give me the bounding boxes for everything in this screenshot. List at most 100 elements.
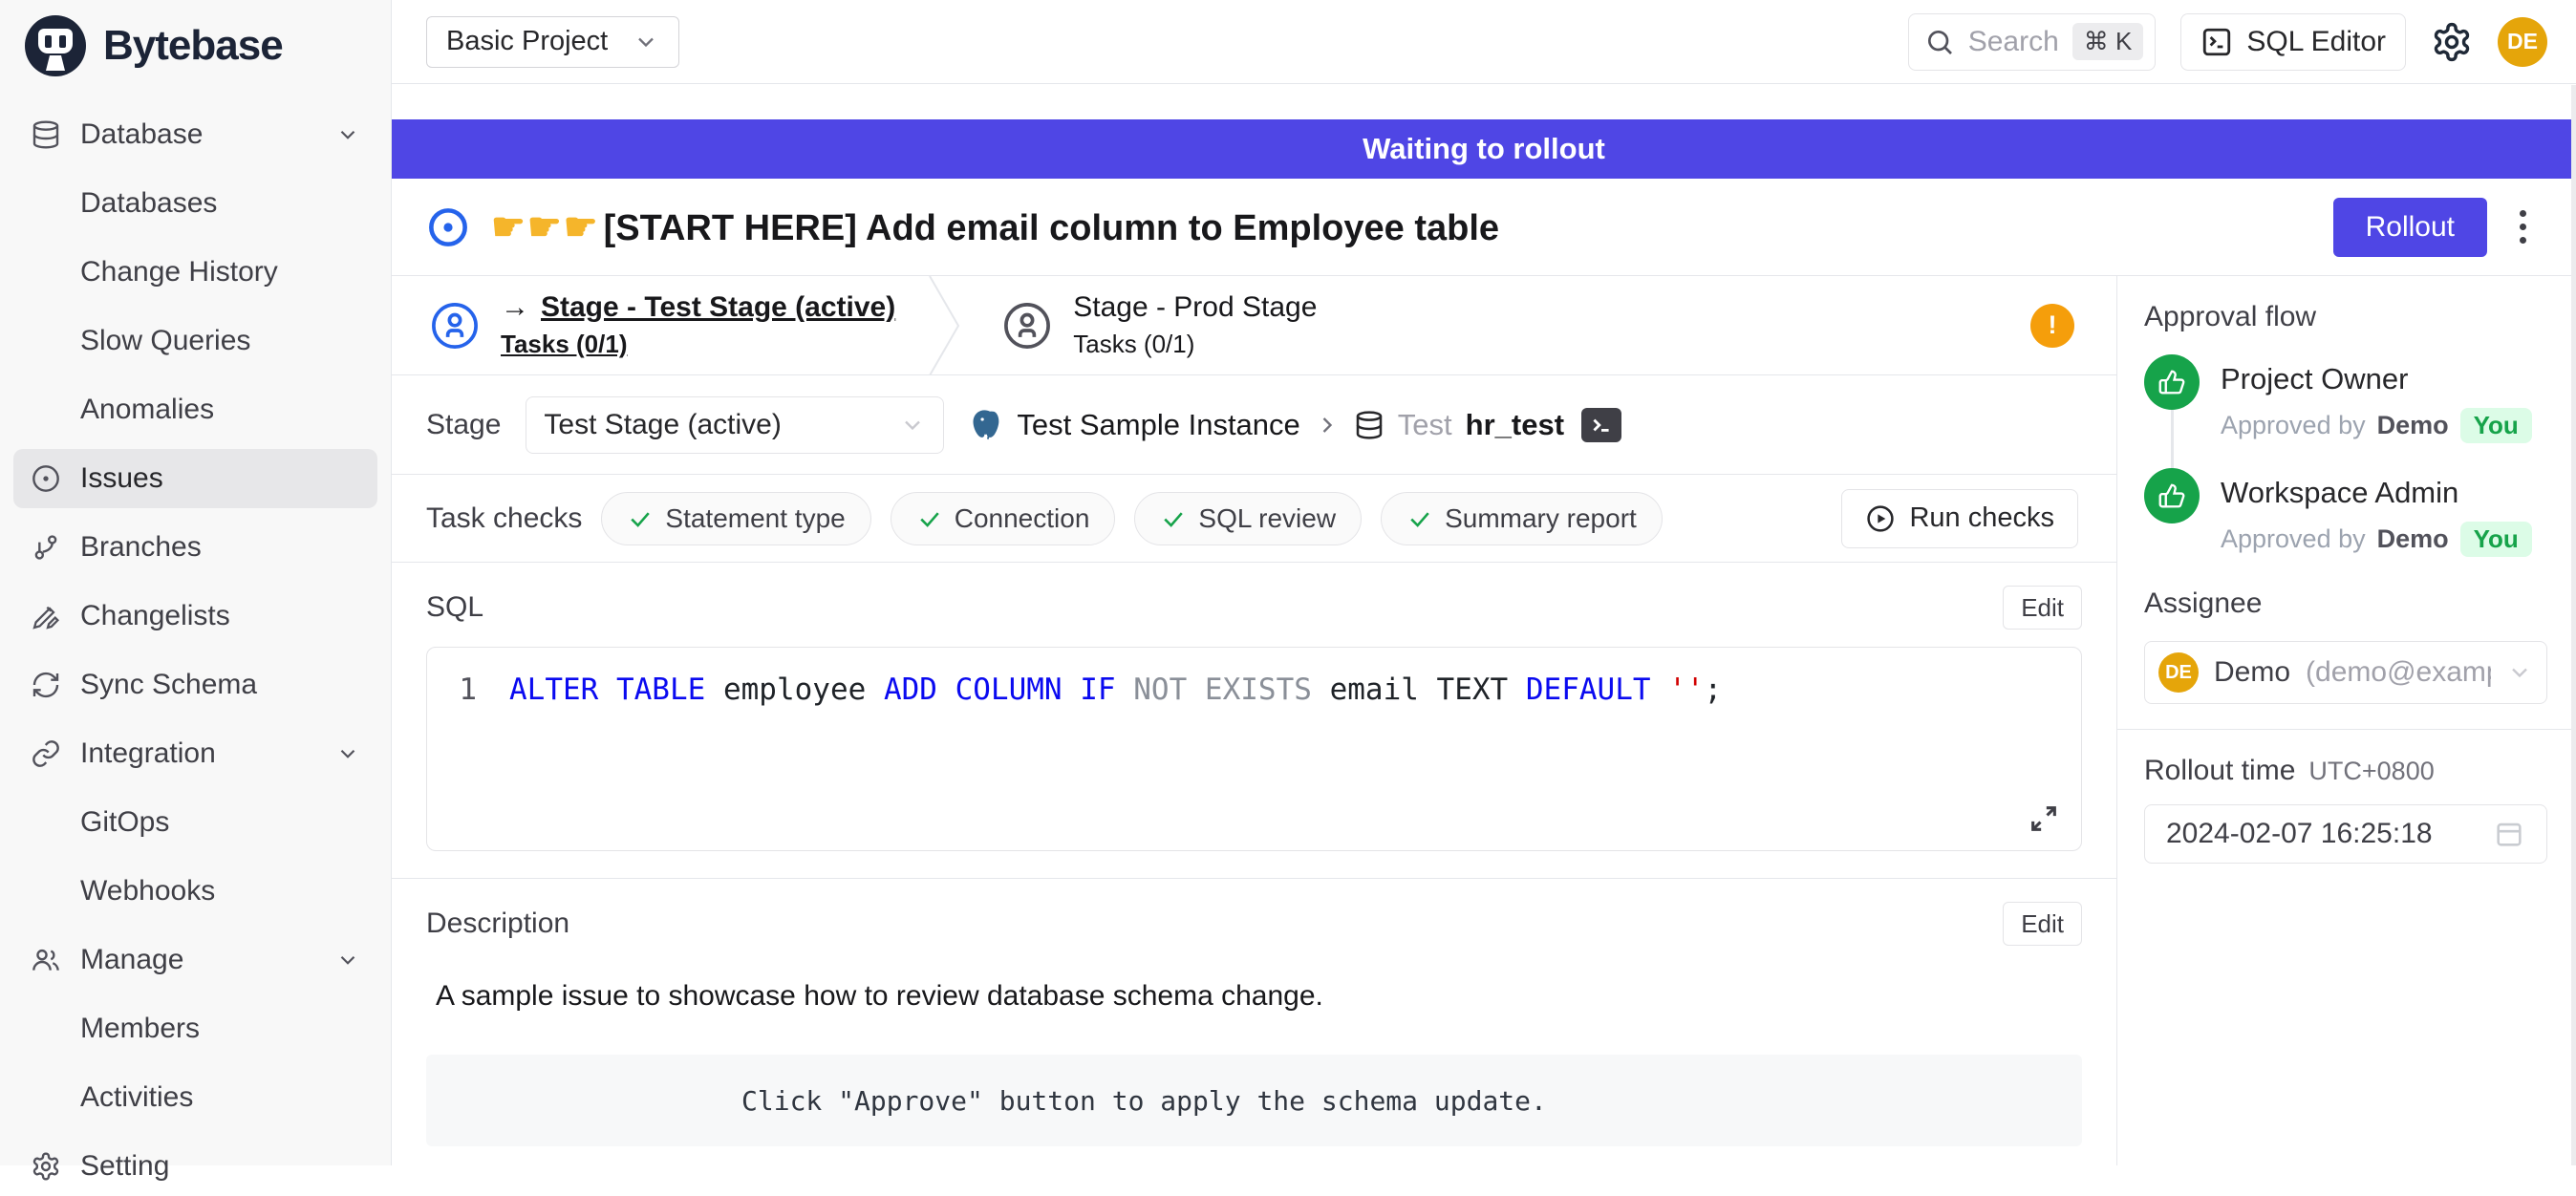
approval-step-workspace-admin: Workspace Admin Approved by Demo You	[2144, 468, 2547, 582]
search-input[interactable]: Search ⌘ K	[1908, 13, 2157, 71]
sidebar-item-gitops[interactable]: GitOps	[13, 793, 377, 852]
open-in-sql-editor-button[interactable]	[1581, 408, 1621, 442]
issue-status-icon	[426, 205, 470, 249]
sql-code-editor[interactable]: 1 ALTER TABLE employee ADD COLUMN IF NOT…	[426, 647, 2082, 851]
git-branch-icon	[31, 532, 80, 563]
rollout-time-heading: Rollout time	[2144, 755, 2295, 787]
project-selector-value: Basic Project	[446, 26, 608, 57]
brand-logo[interactable]: Bytebase	[0, 0, 391, 92]
sidebar-item-change-history[interactable]: Change History	[13, 243, 377, 302]
environment-name: Test	[1398, 408, 1452, 442]
stage-test[interactable]: → Stage - Test Stage (active) Tasks (0/1…	[392, 276, 924, 374]
check-icon	[1406, 505, 1433, 532]
terminal-icon	[2200, 26, 2233, 58]
sidebar-item-branches[interactable]: Branches	[13, 518, 377, 577]
sql-token: ''	[1668, 669, 1704, 711]
database-icon	[1354, 410, 1385, 440]
chevron-right-icon	[1314, 412, 1341, 438]
check-pill-statement-type[interactable]: Statement type	[601, 492, 870, 545]
sql-token: IF	[1080, 669, 1133, 711]
sidebar-item-anomalies[interactable]: Anomalies	[13, 380, 377, 439]
approval-status-text: Approved by	[2221, 411, 2366, 440]
chevron-down-icon	[899, 412, 926, 438]
sync-icon	[31, 670, 80, 700]
scrollbar-track[interactable]	[2571, 85, 2576, 1165]
settings-gear-button[interactable]	[2431, 21, 2473, 63]
sql-edit-button[interactable]: Edit	[2003, 586, 2082, 630]
database-name[interactable]: hr_test	[1466, 408, 1564, 442]
sidebar-item-label: Change History	[80, 256, 360, 288]
run-checks-button[interactable]: Run checks	[1841, 489, 2078, 548]
sql-token: NOT EXISTS	[1133, 669, 1329, 711]
sidebar-item-issues[interactable]: Issues	[13, 449, 377, 508]
approved-thumbs-up-icon	[2144, 468, 2200, 523]
search-icon	[1924, 27, 1955, 57]
description-heading: Description	[426, 908, 569, 940]
project-selector[interactable]: Basic Project	[426, 16, 679, 68]
sidebar-item-integration[interactable]: Integration	[13, 724, 377, 783]
approval-role: Workspace Admin	[2221, 476, 2532, 510]
sidebar-item-setting[interactable]: Setting	[13, 1137, 377, 1196]
description-edit-button[interactable]: Edit	[2003, 902, 2082, 946]
stage-name[interactable]: Stage - Test Stage (active)	[541, 291, 895, 324]
chevron-down-icon	[335, 741, 360, 766]
app: Bytebase Database Databases Change Histo…	[0, 0, 2576, 1165]
sidebar-item-members[interactable]: Members	[13, 999, 377, 1058]
rollout-button[interactable]: Rollout	[2333, 198, 2487, 257]
check-icon	[627, 505, 654, 532]
more-options-button[interactable]	[2508, 201, 2538, 253]
user-avatar[interactable]: DE	[2498, 17, 2547, 67]
sidebar-item-label: Anomalies	[80, 394, 360, 426]
issue-side-panel: Approval flow Project Owner Approved by …	[2117, 276, 2576, 1165]
sidebar-item-webhooks[interactable]: Webhooks	[13, 862, 377, 921]
play-circle-icon	[1865, 503, 1896, 534]
sidebar: Bytebase Database Databases Change Histo…	[0, 0, 392, 1165]
sidebar-item-label: Branches	[80, 531, 360, 564]
bytebase-logo-icon	[25, 15, 86, 76]
assignee-name: Demo	[2214, 656, 2290, 689]
instance-name[interactable]: Test Sample Instance	[1017, 408, 1299, 442]
stage-select[interactable]: Test Stage (active)	[526, 396, 944, 454]
check-pill-summary-report[interactable]: Summary report	[1381, 492, 1663, 545]
approver-name: Demo	[2377, 524, 2449, 554]
check-pill-label: SQL review	[1198, 503, 1336, 534]
sidebar-nav: Database Databases Change History Slow Q…	[0, 92, 391, 1196]
rollout-time-input[interactable]: 2024-02-07 16:25:18	[2144, 804, 2547, 864]
expand-icon[interactable]	[2028, 802, 2060, 835]
you-badge: You	[2460, 522, 2532, 557]
flow-connector	[2171, 410, 2174, 468]
stage-person-icon	[1002, 301, 1052, 351]
stage-tasks[interactable]: Tasks (0/1)	[501, 330, 895, 359]
sidebar-item-sync-schema[interactable]: Sync Schema	[13, 655, 377, 715]
assignee-select[interactable]: DE Demo (demo@example.com)	[2144, 641, 2547, 704]
sidebar-item-label: Databases	[80, 187, 360, 220]
sidebar-item-database[interactable]: Database	[13, 105, 377, 164]
stage-picker-row: Stage Test Stage (active) Test Sample In…	[392, 375, 2116, 475]
sql-token: ADD COLUMN	[884, 669, 1080, 711]
rollout-time-value: 2024-02-07 16:25:18	[2166, 818, 2433, 850]
pointing-finger-emoji: ☛☛☛	[491, 206, 600, 248]
issue-main-column: → Stage - Test Stage (active) Tasks (0/1…	[392, 276, 2117, 1165]
sidebar-item-activities[interactable]: Activities	[13, 1068, 377, 1127]
sidebar-item-slow-queries[interactable]: Slow Queries	[13, 311, 377, 371]
database-breadcrumb: Test Sample Instance Test hr_test	[969, 408, 1621, 442]
check-pill-label: Summary report	[1445, 503, 1637, 534]
check-pill-sql-review[interactable]: SQL review	[1134, 492, 1362, 545]
sidebar-item-databases[interactable]: Databases	[13, 174, 377, 233]
stage-prod[interactable]: Stage - Prod Stage Tasks (0/1)	[964, 276, 1345, 374]
attention-badge: !	[2030, 304, 2074, 348]
approval-step-project-owner: Project Owner Approved by Demo You	[2144, 354, 2547, 468]
sql-editor-button[interactable]: SQL Editor	[2180, 13, 2406, 71]
assignee-avatar: DE	[2158, 652, 2199, 693]
issue-title: ☛☛☛[START HERE] Add email column to Empl…	[491, 205, 1499, 249]
sidebar-item-label: Changelists	[80, 600, 360, 632]
sidebar-item-changelists[interactable]: Changelists	[13, 587, 377, 646]
terminal-icon	[1589, 413, 1614, 438]
run-checks-label: Run checks	[1909, 502, 2054, 534]
sidebar-item-label: Setting	[80, 1150, 360, 1183]
sidebar-item-manage[interactable]: Manage	[13, 930, 377, 990]
check-pill-connection[interactable]: Connection	[891, 492, 1116, 545]
check-icon	[916, 505, 943, 532]
approved-thumbs-up-icon	[2144, 354, 2200, 410]
assignee-email: (demo@example.com)	[2306, 656, 2491, 689]
